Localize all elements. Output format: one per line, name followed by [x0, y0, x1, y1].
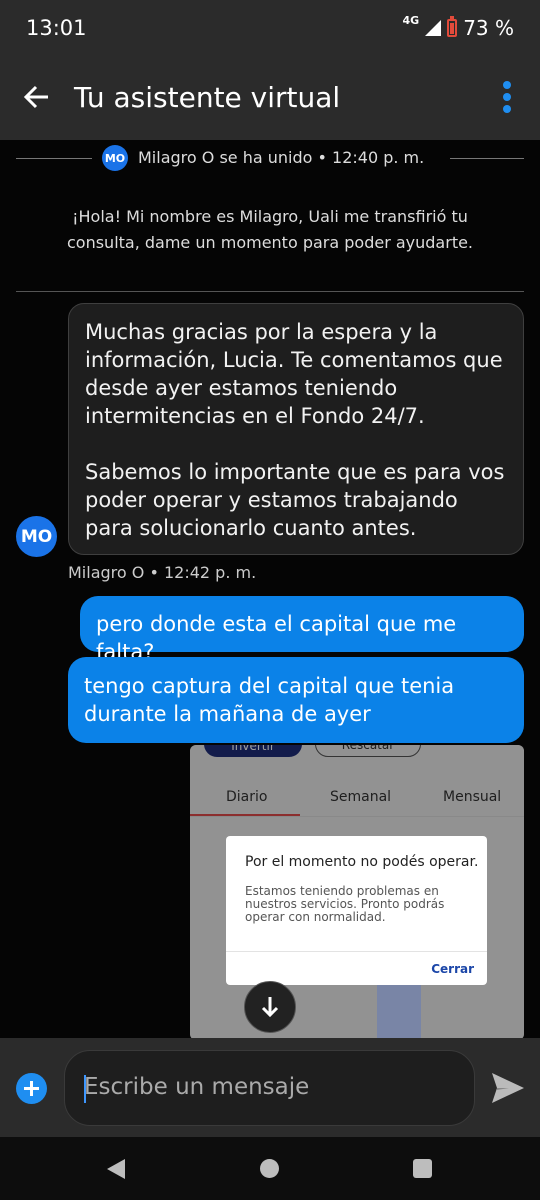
join-notice: MO Milagro O se ha unido • 12:40 p. m. [0, 145, 540, 171]
status-bar: 13:01 4G 73 % [0, 0, 540, 58]
status-icons: 4G 73 % [402, 13, 515, 41]
message-input-placeholder: Escribe un mensaje [84, 1074, 310, 1100]
attachment-dialog-divider [226, 951, 487, 952]
page-title: Tu asistente virtual [74, 81, 341, 114]
join-divider-left [16, 158, 92, 159]
user-message-bubble: pero donde esta el capital que me falta? [80, 596, 524, 664]
message-composer: Escribe un mensaje [0, 1038, 540, 1137]
agent-message-paragraph: Sabemos lo importante que es para vos po… [85, 460, 505, 540]
battery-level: 73 % [463, 16, 514, 40]
nav-home-icon[interactable] [260, 1159, 279, 1178]
agent-avatar: MO [16, 516, 57, 557]
system-message: ¡Hola! Mi nombre es Milagro, Uali me tra… [66, 207, 474, 252]
nav-back-icon[interactable] [106, 1158, 126, 1180]
app-bar: Tu asistente virtual [0, 58, 540, 140]
scroll-to-bottom-button[interactable] [244, 981, 296, 1033]
divider [16, 291, 524, 292]
battery-icon [447, 16, 458, 37]
signal-icon [425, 20, 442, 36]
message-input[interactable]: Escribe un mensaje [64, 1050, 475, 1126]
plus-circle-icon[interactable] [16, 1073, 47, 1104]
join-text: Milagro O se ha unido • 12:40 p. m. [138, 148, 425, 167]
system-nav-bar [0, 1137, 540, 1200]
image-attachment[interactable]: Invertir Rescatar Diario Semanal Mensual… [190, 745, 524, 1040]
attachment-dialog-close: Cerrar [431, 962, 474, 976]
network-type: 4G [402, 13, 420, 27]
user-message-bubble: tengo captura del capital que tenia dura… [68, 657, 524, 743]
attachment-dialog-title: Por el momento no podés operar. [245, 854, 479, 870]
nav-recents-icon[interactable] [413, 1159, 432, 1178]
agent-message-meta: Milagro O • 12:42 p. m. [68, 563, 257, 582]
join-divider-right [450, 158, 524, 159]
more-vert-icon[interactable] [502, 81, 512, 117]
text-caret [84, 1075, 86, 1103]
attachment-dialog-body: Estamos teniendo problemas en nuestros s… [245, 884, 445, 924]
avatar: MO [102, 145, 128, 171]
agent-message-paragraph: Muchas gracias por la espera y la inform… [85, 320, 503, 428]
arrow-down-icon [261, 997, 279, 1018]
clock: 13:01 [26, 16, 87, 40]
agent-message-bubble: Muchas gracias por la espera y la inform… [68, 303, 524, 555]
arrow-left-icon[interactable] [20, 80, 54, 114]
send-icon[interactable] [490, 1071, 526, 1105]
attachment-dialog: Por el momento no podés operar. Estamos … [226, 836, 487, 985]
